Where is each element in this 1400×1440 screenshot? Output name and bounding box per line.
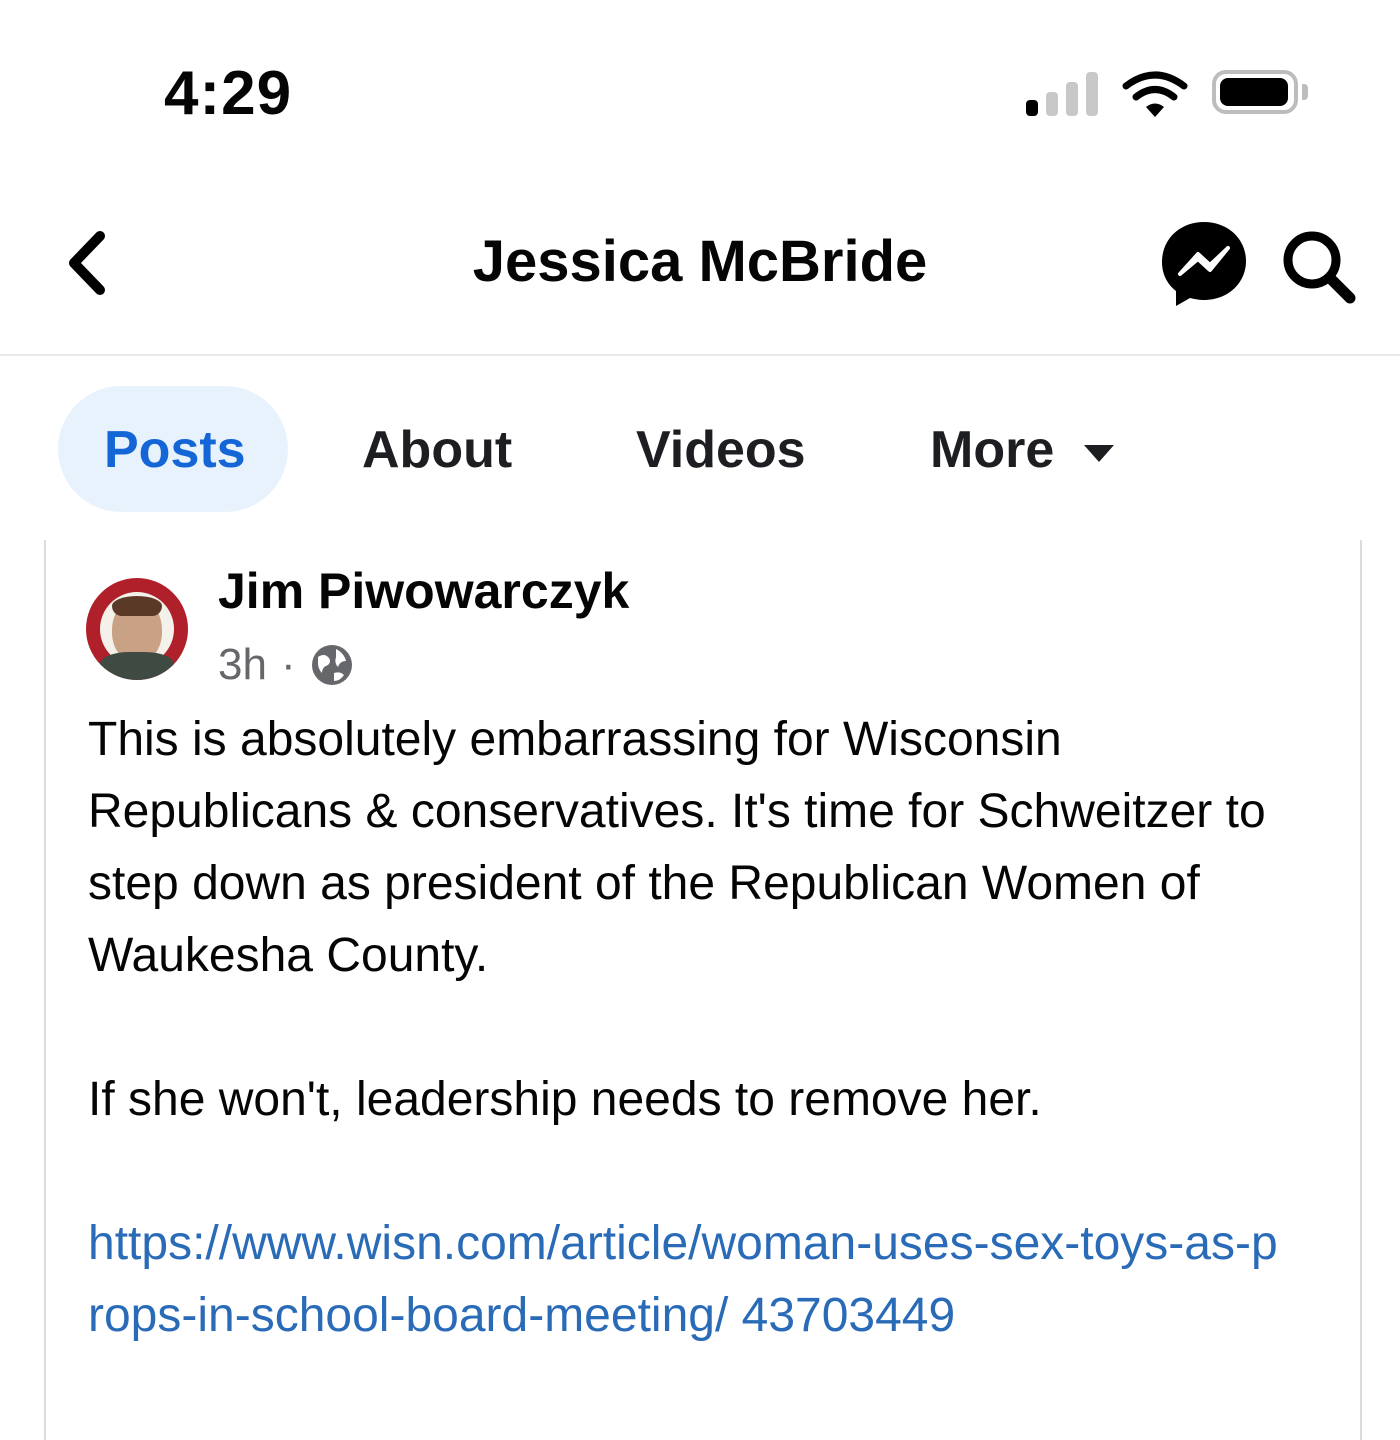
search-icon[interactable] <box>1278 226 1358 306</box>
caret-down-icon[interactable] <box>1082 442 1116 464</box>
post-meta: 3h · <box>218 640 354 690</box>
battery-icon <box>1212 70 1308 114</box>
post-time[interactable]: 3h <box>218 640 267 690</box>
post-paragraph: If she won't, leadership needs to remove… <box>88 1073 1042 1126</box>
post-paragraph: This is absolutely embarrassing for Wisc… <box>88 713 1266 982</box>
tab-about[interactable]: About <box>362 420 512 480</box>
status-time: 4:29 <box>164 59 293 128</box>
cellular-signal-icon <box>1026 72 1100 116</box>
wifi-icon <box>1122 71 1188 117</box>
header-divider <box>0 354 1400 356</box>
tab-posts[interactable]: Posts <box>104 420 246 480</box>
messenger-icon[interactable] <box>1158 218 1250 310</box>
post-link[interactable]: https://www.wisn.com/article/woman-uses-… <box>88 1208 1288 1352</box>
tab-more[interactable]: More <box>930 420 1054 480</box>
avatar[interactable] <box>86 578 188 680</box>
globe-icon <box>311 645 352 685</box>
post-body: This is absolutely embarrassing for Wisc… <box>88 704 1288 1352</box>
tab-videos[interactable]: Videos <box>636 420 806 480</box>
post-author[interactable]: Jim Piwowarczyk <box>218 562 629 620</box>
meta-separator: · <box>280 640 296 689</box>
